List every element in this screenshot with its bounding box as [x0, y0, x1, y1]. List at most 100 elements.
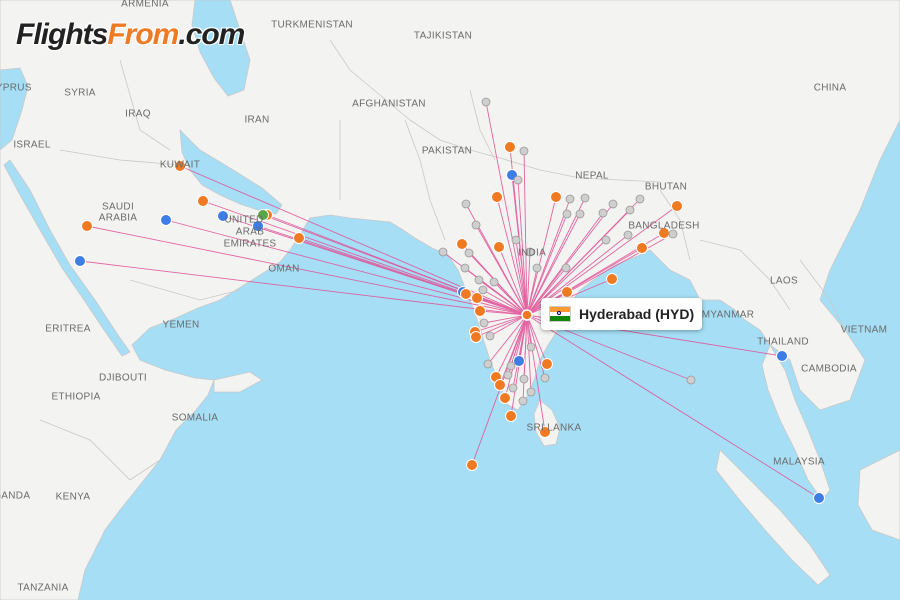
map-canvas[interactable] [0, 0, 900, 600]
destination-marker-orange[interactable] [493, 241, 505, 253]
destination-marker-orange[interactable] [470, 331, 482, 343]
country-label-kenya: KENYA [55, 491, 91, 503]
route-map[interactable]: ARMENIA TURKMENISTAN TAJIKISTAN CYPRUS SYRIA… [0, 0, 900, 600]
destination-marker-gray[interactable] [532, 263, 542, 273]
destination-marker-blue[interactable] [813, 492, 825, 504]
destination-marker-gray[interactable] [562, 209, 572, 219]
destination-marker-gray[interactable] [489, 277, 499, 287]
destination-marker-orange[interactable] [541, 358, 553, 370]
destination-marker-orange[interactable] [293, 232, 305, 244]
destination-marker-orange[interactable] [81, 220, 93, 232]
country-label-bangladesh: BANGLADESH [628, 220, 700, 232]
destination-marker-orange[interactable] [606, 273, 618, 285]
destination-marker-orange[interactable] [561, 286, 573, 298]
destination-marker-gray[interactable] [464, 248, 474, 258]
destination-marker-orange[interactable] [636, 242, 648, 254]
destination-marker-orange[interactable] [456, 238, 468, 250]
destination-marker-gray[interactable] [601, 235, 611, 245]
destination-marker-gray[interactable] [485, 331, 495, 341]
india-flag-icon [549, 306, 571, 322]
destination-marker-orange[interactable] [471, 292, 483, 304]
country-label-syria: SYRIA [64, 87, 96, 99]
country-label-djibouti: DJIBOUTI [99, 372, 147, 384]
destination-marker-gray[interactable] [686, 375, 696, 385]
destination-marker-gray[interactable] [513, 175, 523, 185]
destination-marker-gray[interactable] [598, 208, 608, 218]
country-label-ethiopia: ETHIOPIA [51, 391, 101, 403]
destination-marker-gray[interactable] [519, 146, 529, 156]
destination-marker-gray[interactable] [503, 370, 513, 380]
destination-marker-orange[interactable] [474, 305, 486, 317]
destination-marker-gray[interactable] [575, 209, 585, 219]
country-label-iraq: IRAQ [125, 108, 151, 120]
country-label-united: UNITED [224, 214, 264, 226]
country-label-nepal: NEPAL [575, 170, 609, 182]
destination-marker-gray[interactable] [506, 361, 516, 371]
country-label-turkmenistan: TURKMENISTAN [271, 19, 353, 31]
destination-marker-blue[interactable] [776, 350, 788, 362]
country-label-israel: ISRAEL [13, 139, 51, 151]
country-label-somalia: SOMALIA [171, 412, 219, 424]
country-label-vietnam: VIETNAM [840, 324, 888, 336]
destination-marker-orange[interactable] [671, 200, 683, 212]
country-label-tanzania: TANZANIA [17, 582, 69, 594]
hub-label[interactable]: Hyderabad (HYD) [541, 298, 703, 330]
destination-marker-gray[interactable] [461, 199, 471, 209]
country-label-china: CHINA [813, 82, 847, 94]
destination-marker-orange[interactable] [197, 195, 209, 207]
destination-marker-orange[interactable] [504, 141, 516, 153]
country-label-eritrea: ERITREA [45, 323, 91, 335]
country-label-arabia: ARABIA [98, 212, 138, 224]
destination-marker-gray[interactable] [478, 285, 488, 295]
destination-marker-orange[interactable] [505, 410, 517, 422]
country-label-thailand: THAILAND [757, 336, 809, 348]
destination-marker-gray[interactable] [471, 220, 481, 230]
destination-marker-orange[interactable] [494, 379, 506, 391]
destination-marker-blue[interactable] [74, 255, 86, 267]
borneo [857, 449, 900, 541]
destination-marker-gray[interactable] [625, 205, 635, 215]
destination-marker-gray[interactable] [580, 193, 590, 203]
country-label-yemen: YEMEN [162, 319, 200, 331]
destination-marker-gray[interactable] [483, 359, 493, 369]
destination-marker-gray[interactable] [526, 387, 536, 397]
country-label-saudi: SAUDI [101, 201, 135, 213]
country-label-kuwait: KUWAIT [159, 159, 201, 171]
destination-marker-gray[interactable] [623, 230, 633, 240]
destination-marker-blue[interactable] [160, 214, 172, 226]
country-label-cambodia: CAMBODIA [801, 363, 857, 375]
country-label-myanmar: MYANMAR [701, 309, 755, 321]
destination-marker-gray[interactable] [474, 275, 484, 285]
country-label-oman: OMAN [268, 263, 300, 275]
destination-marker-gray[interactable] [438, 247, 448, 257]
destination-marker-gray[interactable] [518, 396, 528, 406]
flightsfrom-logo[interactable]: FlightsFrom.com [16, 18, 245, 52]
hub-marker-hyd[interactable] [521, 309, 533, 321]
destination-marker-gray[interactable] [519, 374, 529, 384]
destination-marker-gray[interactable] [540, 373, 550, 383]
destination-marker-orange[interactable] [550, 191, 562, 203]
destination-marker-gray[interactable] [460, 263, 470, 273]
destination-marker-gray[interactable] [481, 97, 491, 107]
destination-marker-gray[interactable] [608, 199, 618, 209]
destination-marker-gray[interactable] [479, 318, 489, 328]
destination-marker-gray[interactable] [508, 383, 518, 393]
destination-marker-orange[interactable] [466, 459, 478, 471]
country-label-sri-lanka: SRI LANKA [526, 422, 582, 434]
destination-marker-orange[interactable] [491, 191, 503, 203]
destination-marker-gray[interactable] [561, 263, 571, 273]
logo-part-com: .com [178, 18, 245, 51]
destination-marker-orange[interactable] [499, 392, 511, 404]
destination-marker-gray[interactable] [511, 235, 521, 245]
country-label-laos: LAOS [770, 275, 798, 287]
country-label-malaysia: MALAYSIA [773, 456, 825, 468]
destination-marker-orange[interactable] [460, 288, 472, 300]
socotra-horn [213, 371, 263, 393]
destination-marker-gray[interactable] [526, 342, 536, 352]
country-label-afghanistan: AFGHANISTAN [352, 98, 426, 110]
country-label-uganda: UGANDA [0, 490, 31, 502]
country-label-emirates: EMIRATES [223, 238, 277, 250]
destination-marker-gray[interactable] [635, 194, 645, 204]
country-label-india: INDIA [517, 247, 547, 259]
destination-marker-gray[interactable] [565, 194, 575, 204]
